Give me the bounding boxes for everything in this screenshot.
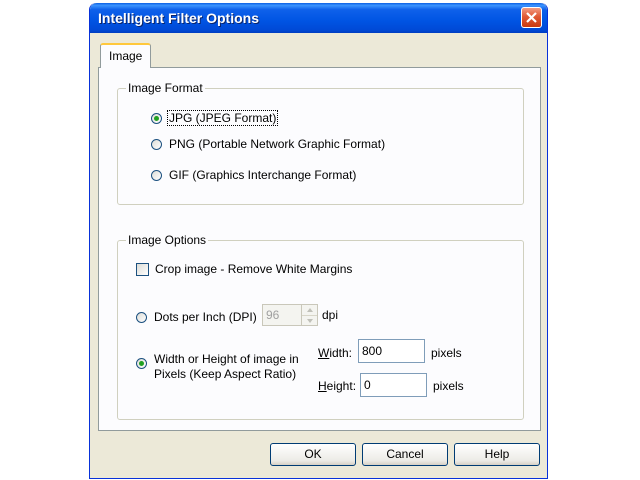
dpi-label: Dots per Inch (DPI) bbox=[154, 310, 257, 324]
width-label-rest: idth: bbox=[329, 346, 353, 360]
pixels-label-line2: Pixels (Keep Aspect Ratio) bbox=[154, 367, 297, 381]
help-button[interactable]: Help bbox=[454, 443, 540, 466]
dpi-spinner[interactable] bbox=[301, 304, 318, 326]
jpg-label: JPG (JPEG Format) bbox=[166, 110, 279, 126]
dpi-radio[interactable] bbox=[136, 312, 147, 323]
pixels-radio[interactable] bbox=[136, 358, 147, 369]
gif-radio[interactable] bbox=[151, 170, 162, 181]
jpg-radio[interactable] bbox=[151, 113, 162, 124]
png-label: PNG (Portable Network Graphic Format) bbox=[169, 137, 386, 151]
intelligent-filter-options-dialog: Intelligent Filter Options Image Image F… bbox=[89, 3, 548, 479]
cancel-button[interactable]: Cancel bbox=[362, 443, 448, 466]
pixels-label-line1: Width or Height of image in bbox=[154, 352, 299, 366]
spin-down-arrow-icon[interactable] bbox=[307, 319, 313, 323]
crop-label: Crop image - Remove White Margins bbox=[155, 262, 353, 276]
width-label: Width: bbox=[318, 346, 352, 360]
height-unit: pixels bbox=[433, 379, 464, 393]
height-label-rest: eight: bbox=[326, 379, 357, 393]
close-x-icon bbox=[526, 12, 537, 23]
image-format-group-title: Image Format bbox=[126, 81, 205, 95]
height-label-mnemonic: H bbox=[318, 379, 327, 393]
height-label: Height: bbox=[318, 379, 356, 393]
tab-image[interactable]: Image bbox=[100, 43, 151, 68]
window-title: Intelligent Filter Options bbox=[98, 10, 259, 26]
tab-panel-image: Image Format JPG (JPEG Format) PNG (Port… bbox=[98, 67, 541, 431]
dpi-unit: dpi bbox=[322, 308, 339, 322]
tab-image-label: Image bbox=[109, 49, 143, 63]
width-input[interactable] bbox=[358, 339, 425, 363]
dpi-input[interactable] bbox=[262, 304, 305, 326]
image-options-group: Image Options Crop image - Remove White … bbox=[117, 233, 524, 420]
width-unit: pixels bbox=[431, 346, 462, 360]
image-format-group: Image Format JPG (JPEG Format) PNG (Port… bbox=[117, 81, 524, 205]
dpi-spin-up[interactable] bbox=[302, 305, 317, 316]
ok-button[interactable]: OK bbox=[270, 443, 356, 466]
spin-up-arrow-icon bbox=[307, 308, 313, 312]
image-options-group-title: Image Options bbox=[126, 233, 209, 247]
height-input[interactable] bbox=[360, 373, 427, 397]
gif-label: GIF (Graphics Interchange Format) bbox=[169, 168, 357, 182]
crop-checkbox[interactable] bbox=[136, 263, 149, 276]
close-button[interactable] bbox=[521, 7, 542, 28]
png-radio[interactable] bbox=[151, 139, 162, 150]
title-bar[interactable]: Intelligent Filter Options bbox=[90, 3, 547, 33]
width-label-mnemonic: W bbox=[318, 346, 330, 360]
